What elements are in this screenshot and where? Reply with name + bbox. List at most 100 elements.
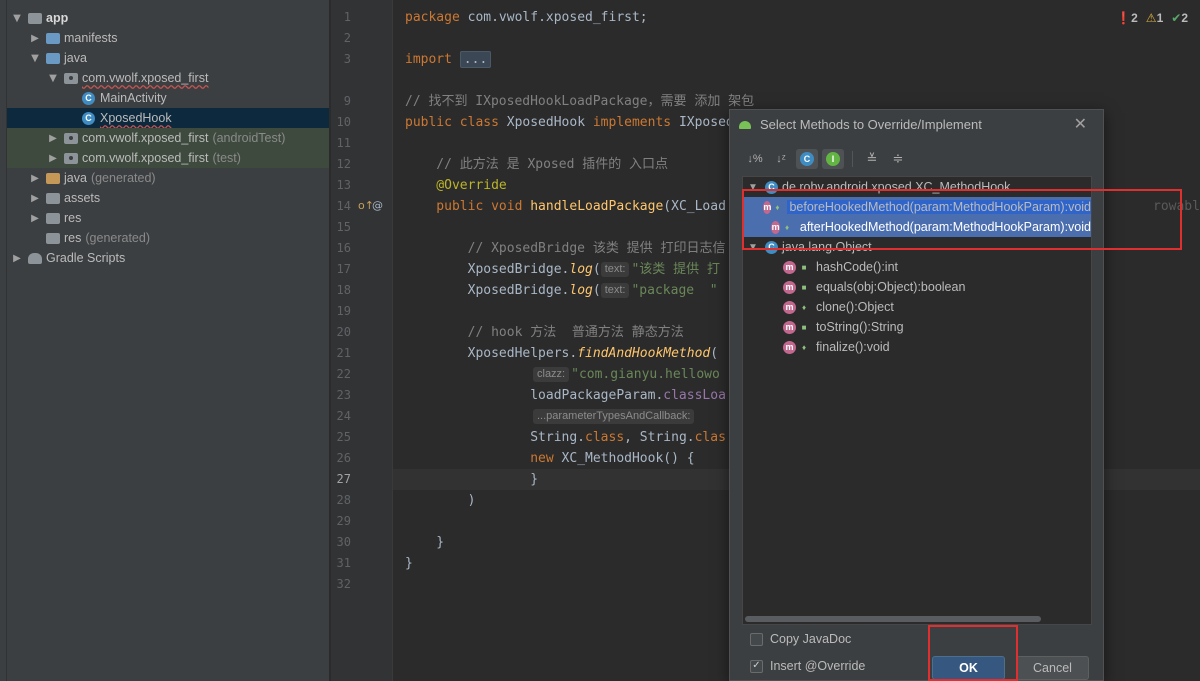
chevron-right-icon[interactable]: ▶ (47, 133, 59, 144)
tree-item-mainactivity[interactable]: C MainActivity (7, 88, 329, 108)
error-count[interactable]: ❗2 (1116, 11, 1138, 25)
code-line: ...parameterTypesAndCallback: (533, 406, 696, 427)
line-number: 13 (336, 178, 351, 192)
tree-item-java-generated[interactable]: ▶ java (generated) (7, 168, 329, 188)
method-label: clone():Object (816, 300, 894, 314)
editor-gutter[interactable]: 1 2 3 9 10 11 12 13 14 15 16 17 18 19 20… (331, 0, 403, 681)
chevron-right-icon[interactable]: ▶ (11, 253, 23, 264)
class-icon: C (81, 91, 96, 105)
method-label: beforeHookedMethod(param:MethodHookParam… (787, 200, 1091, 214)
chevron-down-icon[interactable]: ▼ (747, 242, 759, 253)
copy-javadoc-option[interactable]: Copy JavaDoc (750, 632, 851, 646)
horizontal-scrollbar[interactable] (745, 616, 1041, 622)
protected-icon: ♦ (801, 302, 807, 312)
method-item[interactable]: m ■ hashCode():int (743, 257, 1091, 277)
param-hint: text: (600, 283, 630, 298)
chevron-right-icon[interactable]: ▶ (29, 213, 41, 224)
insert-override-option[interactable]: ✓ Insert @Override (750, 659, 865, 673)
tree-item-app[interactable]: ▼ app (7, 8, 329, 28)
chevron-down-icon[interactable]: ▼ (11, 13, 23, 24)
folder-icon (45, 172, 60, 185)
group-java-lang-object[interactable]: ▼ C java.lang.Object (743, 237, 1091, 257)
line-number: 1 (343, 10, 351, 24)
method-item[interactable]: m ■ toString():String (743, 317, 1091, 337)
group-label: java.lang.Object (782, 240, 872, 254)
tree-item-res[interactable]: ▶ res (7, 208, 329, 228)
tree-item-label: assets (64, 191, 101, 205)
line-number: 21 (336, 346, 351, 360)
dialog-title-bar[interactable]: Select Methods to Override/Implement ✕ (730, 110, 1103, 138)
code-line: } (405, 472, 539, 487)
package-icon (63, 72, 78, 85)
tree-item-manifests[interactable]: ▶ manifests (7, 28, 329, 48)
chevron-right-icon[interactable]: ▶ (47, 153, 59, 164)
line-number: 32 (336, 577, 351, 591)
code-line: // 找不到 IXposedHookLoadPackage，需要 添加 架包 (405, 94, 755, 109)
chevron-down-icon[interactable]: ▼ (747, 182, 759, 193)
tree-item-package-test[interactable]: ▶ com.vwolf.xposed_first (test) (7, 148, 329, 168)
code-line: clazz: "com.gianyu.hellowo (533, 364, 720, 385)
method-item[interactable]: m ♦ clone():Object (743, 297, 1091, 317)
insert-override-checkbox[interactable]: ✓ (750, 659, 763, 673)
method-item[interactable]: m ♦ finalize():void (743, 337, 1091, 357)
code-line: String.class, String.clas (405, 430, 726, 445)
chevron-down-icon[interactable]: ▼ (29, 53, 41, 64)
line-number: 17 (336, 262, 351, 276)
override-methods-dialog: Select Methods to Override/Implement ✕ ↓… (729, 109, 1104, 681)
tree-item-label: com.vwolf.xposed_first (82, 131, 209, 145)
sort-alpha-icon[interactable]: ↓ᶻ (770, 149, 792, 169)
tree-item-java[interactable]: ▼ java (7, 48, 329, 68)
method-item[interactable]: m ♦ afterHookedMethod(param:MethodHookPa… (743, 217, 1091, 237)
method-label: finalize():void (816, 340, 890, 354)
warning-count[interactable]: ⚠1 (1146, 11, 1163, 25)
tree-item-xposedhook[interactable]: C XposedHook (7, 108, 329, 128)
chevron-right-icon[interactable]: ▶ (29, 193, 41, 204)
expand-all-icon[interactable]: ≚ (861, 149, 883, 169)
tree-item-gradle-scripts[interactable]: ▶ Gradle Scripts (7, 248, 329, 268)
collapse-all-icon[interactable]: ≑ (887, 149, 909, 169)
tree-item-assets[interactable]: ▶ assets (7, 188, 329, 208)
folder-icon (45, 232, 60, 245)
tree-item-label: XposedHook (100, 111, 172, 125)
line-number: 19 (336, 304, 351, 318)
tree-item-package[interactable]: ▼ com.vwolf.xposed_first (7, 68, 329, 88)
warning-icon: ⚠ (1145, 11, 1157, 25)
param-hint: text: (600, 262, 630, 277)
chevron-right-icon[interactable]: ▶ (29, 173, 41, 184)
param-hint: clazz: (533, 367, 570, 382)
code-line: package com.vwolf.xposed_first; (405, 10, 648, 25)
folded-imports[interactable]: ... (459, 51, 492, 68)
inspection-widget[interactable]: ❗2 ⚠1 ✔2 (1116, 11, 1188, 25)
ok-count[interactable]: ✔2 (1171, 11, 1188, 25)
tree-item-label: com.vwolf.xposed_first (82, 71, 209, 85)
code-line: public class XposedHook implements IXpos… (405, 115, 734, 130)
code-line: XposedBridge.log(text: "该类 提供 打 (405, 262, 720, 277)
chevron-down-icon[interactable]: ▼ (47, 73, 59, 84)
line-number: 16 (336, 241, 351, 255)
annotation-gutter-icon[interactable]: @ (372, 199, 383, 212)
code-line: // 此方法 是 Xposed 插件的 入口点 (405, 157, 669, 172)
tree-item-package-androidtest[interactable]: ▶ com.vwolf.xposed_first (androidTest) (7, 128, 329, 148)
show-classes-icon[interactable]: C (796, 149, 818, 169)
tree-item-label: Gradle Scripts (46, 251, 126, 265)
cancel-button[interactable]: Cancel (1016, 656, 1089, 680)
left-tool-strip[interactable] (0, 0, 7, 681)
line-number: 24 (336, 409, 351, 423)
line-number: 22 (336, 367, 351, 381)
tree-item-res-generated[interactable]: res (generated) (7, 228, 329, 248)
folder-icon (45, 212, 60, 225)
line-number: 30 (336, 535, 351, 549)
ok-button[interactable]: OK (932, 656, 1005, 680)
methods-tree[interactable]: ▼ C de.robv.android.xposed.XC_MethodHook… (742, 176, 1092, 625)
method-item[interactable]: m ■ equals(obj:Object):boolean (743, 277, 1091, 297)
code-line: // hook 方法 普通方法 静态方法 (405, 325, 684, 340)
method-item[interactable]: m ♦ beforeHookedMethod(param:MethodHookP… (743, 197, 1091, 217)
show-interfaces-icon[interactable]: I (822, 149, 844, 169)
class-icon: C (765, 240, 778, 254)
sort-by-visibility-icon[interactable]: ↓% (744, 149, 766, 169)
method-icon: m (771, 220, 781, 234)
close-icon[interactable]: ✕ (1074, 114, 1087, 134)
chevron-right-icon[interactable]: ▶ (29, 33, 41, 44)
copy-javadoc-checkbox[interactable] (750, 632, 763, 646)
group-xc-methodhook[interactable]: ▼ C de.robv.android.xposed.XC_MethodHook (743, 177, 1091, 197)
